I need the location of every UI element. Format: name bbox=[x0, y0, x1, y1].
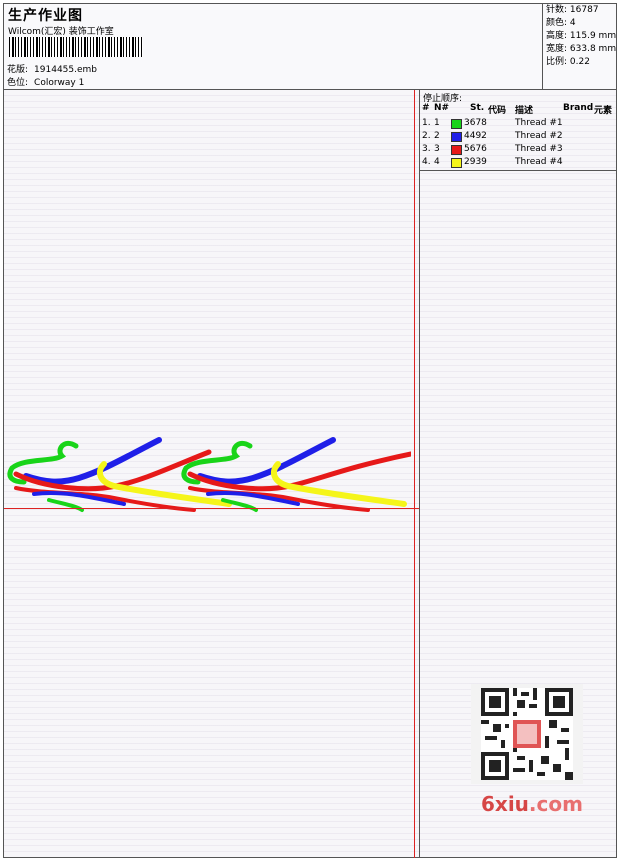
divider bbox=[419, 90, 420, 858]
embroidery-design bbox=[7, 437, 414, 512]
stat-scale: 比例: 0.22 bbox=[546, 57, 590, 67]
embroidery-design-area bbox=[4, 90, 414, 858]
stop-sequence-panel: 停止顺序: # N# St. 代码 描述 Brand 元素 1. 1 3678 Th… bbox=[420, 90, 616, 171]
pattern-value: 1914455.emb bbox=[34, 65, 98, 75]
stat-stitches: 针数: 16787 bbox=[546, 5, 599, 15]
table-row: 2. 2 4492 Thread #2 bbox=[422, 131, 563, 142]
stat-width: 宽度: 633.8 mm bbox=[546, 44, 617, 54]
stats-panel: 针数: 16787 颜色: 4 高度: 115.9 mm 宽度: 633.8 m… bbox=[542, 4, 617, 89]
table-row: 3. 3 5676 Thread #3 bbox=[422, 144, 563, 155]
sheet-header: 生产作业图 Wilcom(汇宏) 装饰工作室 花版: 1914455.emb 色位… bbox=[4, 4, 616, 90]
color-swatch bbox=[451, 132, 462, 142]
color-swatch bbox=[451, 158, 462, 168]
pattern-label: 花版: bbox=[7, 65, 29, 75]
stat-height: 高度: 115.9 mm bbox=[546, 31, 617, 41]
barcode bbox=[9, 37, 143, 57]
baseline-red bbox=[4, 508, 419, 509]
color-swatch bbox=[451, 119, 462, 129]
table-row: 1. 1 3678 Thread #1 bbox=[422, 118, 563, 129]
company-name: Wilcom(汇宏) 装饰工作室 bbox=[8, 27, 114, 37]
divider-red bbox=[414, 90, 415, 858]
production-sheet: 生产作业图 Wilcom(汇宏) 装饰工作室 花版: 1914455.emb 色位… bbox=[3, 3, 617, 858]
pattern-line: 花版: 1914455.emb bbox=[7, 62, 97, 75]
sheet-title: 生产作业图 bbox=[8, 8, 83, 24]
colorway-label: 色位: bbox=[7, 78, 29, 88]
colorway-line: 色位: Colorway 1 bbox=[7, 75, 84, 88]
table-row: 4. 4 2939 Thread #4 bbox=[422, 157, 563, 168]
qr-code-graphic bbox=[481, 688, 573, 780]
stop-sequence-header: # N# St. 代码 描述 Brand 元素 bbox=[422, 103, 613, 116]
color-swatch bbox=[451, 145, 462, 155]
qr-code bbox=[471, 684, 583, 784]
colorway-value: Colorway 1 bbox=[34, 78, 85, 88]
stat-colors: 颜色: 4 bbox=[546, 18, 576, 28]
watermark: 6xiu.com bbox=[481, 792, 583, 816]
